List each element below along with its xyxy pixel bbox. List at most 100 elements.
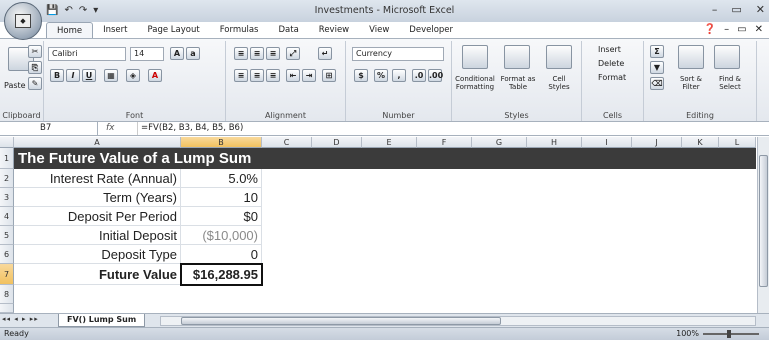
save-icon[interactable]: 💾 — [46, 5, 58, 16]
redo-icon[interactable]: ↷ — [79, 5, 87, 16]
select-all-corner[interactable] — [0, 137, 14, 148]
tab-formulas[interactable]: Formulas — [210, 22, 269, 39]
row-header-8[interactable]: 8 — [0, 285, 14, 304]
column-header-k[interactable]: K — [682, 137, 719, 148]
vertical-scrollbar[interactable] — [757, 137, 769, 313]
label-interest-rate[interactable]: Interest Rate (Annual) — [14, 169, 181, 188]
tab-page-layout[interactable]: Page Layout — [138, 22, 210, 39]
column-header-g[interactable]: G — [472, 137, 527, 148]
cell-styles-icon[interactable] — [546, 45, 572, 69]
row-header-5[interactable]: 5 — [0, 226, 14, 245]
undo-icon[interactable]: ↶ — [64, 5, 72, 16]
row-header-2[interactable]: 2 — [0, 169, 14, 188]
label-deposit-per-period[interactable]: Deposit Per Period — [14, 207, 181, 226]
workbook-minimize-button[interactable]: – — [724, 24, 729, 35]
sheet-title[interactable]: The Future Value of a Lump Sum — [14, 148, 756, 169]
row-header-7[interactable]: 7 — [0, 264, 14, 285]
insert-cells-button[interactable]: Insert — [598, 45, 621, 54]
comma-style-button[interactable]: , — [392, 69, 406, 82]
column-header-c[interactable]: C — [262, 137, 312, 148]
sheet-tab-fv-lump-sum[interactable]: FV() Lump Sum — [58, 314, 146, 327]
font-name-select[interactable]: Calibri — [48, 47, 126, 61]
clear-icon[interactable]: ⌫ — [650, 77, 664, 90]
sort-filter-icon[interactable] — [678, 45, 704, 69]
font-color-icon[interactable]: A — [148, 69, 162, 82]
maximize-button[interactable]: ▭ — [731, 3, 741, 16]
paste-button[interactable]: Paste — [4, 81, 26, 90]
font-size-select[interactable]: 14 — [130, 47, 164, 61]
conditional-formatting-icon[interactable] — [462, 45, 488, 69]
align-top-icon[interactable]: ≡ — [234, 47, 248, 60]
format-painter-icon[interactable]: ✎ — [28, 77, 42, 90]
sort-filter-button[interactable]: Sort & Filter — [672, 75, 710, 91]
decrease-decimal-icon[interactable]: .00 — [428, 69, 443, 82]
vertical-scroll-thumb[interactable] — [759, 155, 768, 287]
row-header-9[interactable] — [0, 304, 14, 313]
find-select-icon[interactable] — [714, 45, 740, 69]
shrink-font-icon[interactable]: a — [186, 47, 200, 60]
format-as-table-button[interactable]: Format as Table — [498, 75, 538, 91]
underline-icon[interactable]: U — [82, 69, 96, 82]
increase-decimal-icon[interactable]: .0 — [412, 69, 426, 82]
row-header-1[interactable]: 1 — [0, 148, 14, 169]
column-header-f[interactable]: F — [417, 137, 472, 148]
column-header-j[interactable]: J — [632, 137, 682, 148]
copy-icon[interactable]: ⎘ — [28, 61, 42, 74]
italic-icon[interactable]: I — [66, 69, 80, 82]
decrease-indent-icon[interactable]: ⇤ — [286, 69, 300, 82]
zoom-slider[interactable] — [703, 330, 759, 338]
column-header-e[interactable]: E — [362, 137, 417, 148]
column-header-h[interactable]: H — [527, 137, 582, 148]
label-initial-deposit[interactable]: Initial Deposit — [14, 226, 181, 245]
zoom-level[interactable]: 100% — [676, 328, 699, 340]
tab-insert[interactable]: Insert — [93, 22, 137, 39]
sheet-navigation-icons[interactable]: ◂◂ ◂ ▸ ▸▸ — [2, 315, 39, 323]
tab-review[interactable]: Review — [309, 22, 359, 39]
help-icon[interactable]: ❓ — [704, 24, 716, 35]
accounting-format-button[interactable]: $ — [354, 69, 368, 82]
tab-home[interactable]: Home — [46, 22, 94, 39]
cell-styles-button[interactable]: Cell Styles — [542, 75, 576, 91]
conditional-formatting-button[interactable]: Conditional Formatting — [454, 75, 496, 91]
column-header-d[interactable]: D — [312, 137, 362, 148]
horizontal-scrollbar[interactable] — [160, 316, 756, 326]
grow-font-icon[interactable]: A — [170, 47, 184, 60]
label-deposit-type[interactable]: Deposit Type — [14, 245, 181, 264]
insert-function-icon[interactable]: fx — [102, 122, 132, 135]
find-select-button[interactable]: Find & Select — [710, 75, 750, 91]
name-box[interactable]: B7 — [2, 122, 98, 135]
align-right-icon[interactable]: ≡ — [266, 69, 280, 82]
merge-center-icon[interactable]: ⊞ — [322, 69, 336, 82]
format-cells-button[interactable]: Format — [598, 73, 626, 82]
customize-qat-icon[interactable]: ▾ — [93, 5, 98, 16]
row-header-4[interactable]: 4 — [0, 207, 14, 226]
formula-input[interactable]: =FV(B2, B3, B4, B5, B6) — [137, 122, 243, 135]
tab-data[interactable]: Data — [269, 22, 309, 39]
bold-icon[interactable]: B — [50, 69, 64, 82]
column-header-a[interactable]: A — [14, 137, 181, 148]
minimize-button[interactable]: – — [712, 3, 718, 16]
align-left-icon[interactable]: ≡ — [234, 69, 248, 82]
fill-icon[interactable]: ▼ — [650, 61, 664, 74]
percent-style-button[interactable]: % — [374, 69, 388, 82]
align-middle-icon[interactable]: ≡ — [250, 47, 264, 60]
close-button[interactable]: ✕ — [756, 3, 765, 16]
wrap-text-icon[interactable]: ↵ — [318, 47, 332, 60]
column-header-l[interactable]: L — [719, 137, 756, 148]
value-interest-rate[interactable]: 5.0% — [181, 169, 262, 188]
align-bottom-icon[interactable]: ≡ — [266, 47, 280, 60]
fill-color-icon[interactable]: ◈ — [126, 69, 140, 82]
delete-cells-button[interactable]: Delete — [598, 59, 624, 68]
format-as-table-icon[interactable] — [504, 45, 530, 69]
workbook-restore-button[interactable]: ▭ — [737, 24, 746, 35]
row-header-3[interactable]: 3 — [0, 188, 14, 207]
tab-developer[interactable]: Developer — [399, 22, 463, 39]
cut-icon[interactable]: ✂ — [28, 45, 42, 58]
borders-icon[interactable]: ▦ — [104, 69, 118, 82]
autosum-icon[interactable]: Σ — [650, 45, 664, 58]
value-initial-deposit[interactable]: ($10,000) — [181, 226, 262, 245]
orientation-icon[interactable]: ⤢ — [286, 47, 300, 60]
number-format-select[interactable]: Currency — [352, 47, 444, 61]
row-header-6[interactable]: 6 — [0, 245, 14, 264]
horizontal-scroll-thumb[interactable] — [181, 317, 501, 325]
